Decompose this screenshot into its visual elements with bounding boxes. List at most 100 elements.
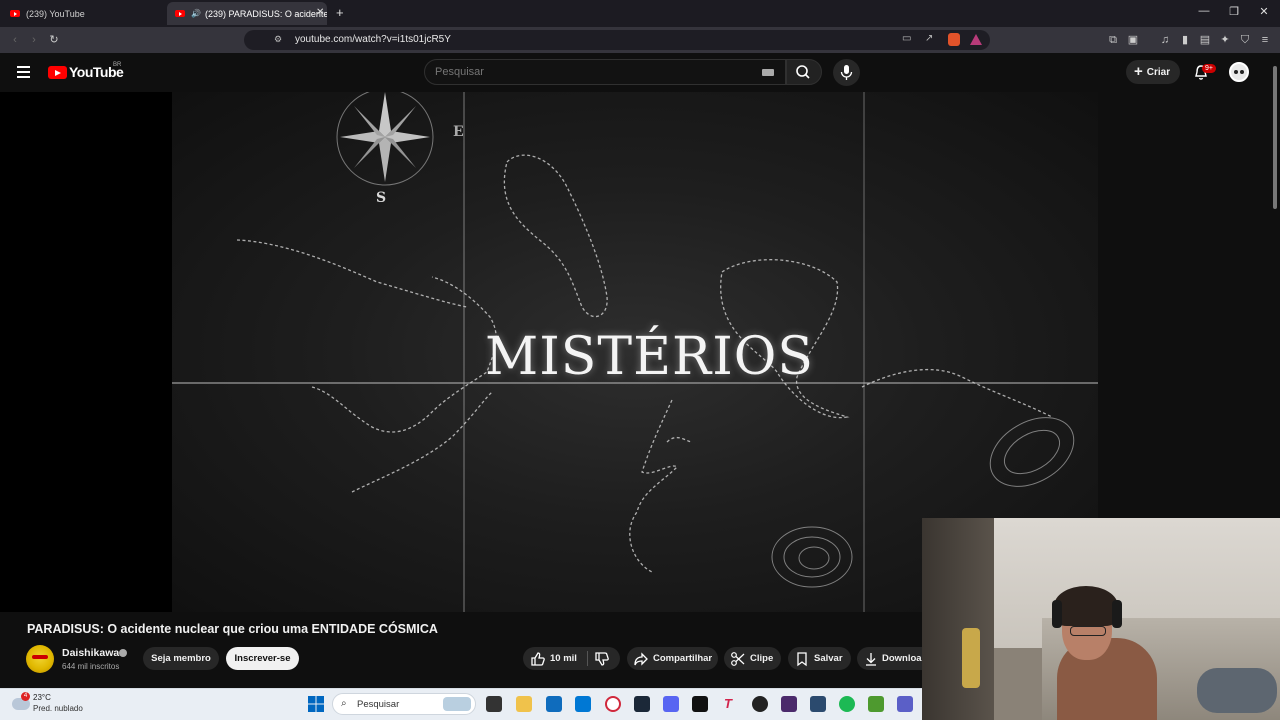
teams-icon[interactable] <box>897 696 913 712</box>
sidebar-icon[interactable]: ▮ <box>1178 33 1192 47</box>
task-view-icon[interactable] <box>486 696 502 712</box>
music-icon[interactable]: ♫ <box>1158 33 1172 47</box>
reload-icon[interactable]: ↻ <box>47 33 61 47</box>
tab-video[interactable]: 🔊 (239) PARADISUS: O acidente <box>167 2 327 25</box>
new-tab-button[interactable]: + <box>336 5 344 20</box>
search-button[interactable] <box>786 59 822 85</box>
thumbs-up-icon[interactable] <box>530 651 546 667</box>
webcam-person-hair <box>1054 586 1118 626</box>
webcam-glasses <box>1070 626 1106 636</box>
screenshot-icon[interactable]: ▣ <box>1126 33 1140 47</box>
verified-badge-icon <box>119 649 127 657</box>
microphone-icon <box>840 65 853 80</box>
share-label: Compartilhar <box>653 653 713 664</box>
plus-icon: + <box>1134 63 1143 80</box>
notifications-badge: 9+ <box>1202 64 1216 73</box>
bookmark-save-icon <box>797 652 807 667</box>
account-avatar[interactable] <box>1229 62 1249 82</box>
channel-name[interactable]: Daishikawa <box>62 647 119 659</box>
download-label: Download <box>882 653 927 664</box>
country-code: BR <box>113 62 122 68</box>
join-membership-button[interactable]: Seja membro <box>143 647 219 670</box>
weather-description[interactable]: Pred. nublado <box>33 704 83 713</box>
share-icon <box>634 652 648 666</box>
scrollbar-thumb[interactable] <box>1273 66 1277 209</box>
channel-avatar[interactable] <box>26 645 54 673</box>
wallet-icon[interactable]: ▤ <box>1198 33 1212 47</box>
guide-menu-icon[interactable] <box>17 66 30 78</box>
url-text: youtube.com/watch?v=i1ts01jcR5Y <box>295 34 451 45</box>
search-input[interactable] <box>435 66 755 78</box>
vpn-icon[interactable]: ⛉ <box>1238 33 1252 47</box>
obs-icon[interactable] <box>752 696 768 712</box>
create-label: Criar <box>1146 66 1171 78</box>
brave-rewards-icon[interactable] <box>970 34 982 45</box>
tab-label: (239) PARADISUS: O acidente <box>204 8 327 19</box>
compass-label-east: E <box>453 124 464 140</box>
share-page-icon[interactable]: ↗ <box>925 33 933 44</box>
site-settings-icon[interactable]: ⚙ <box>274 34 282 45</box>
weather-alert-badge: 4 <box>21 692 30 701</box>
forward-icon[interactable]: › <box>27 33 41 47</box>
webcam-clothes <box>1197 668 1277 713</box>
opera-icon[interactable] <box>605 696 621 712</box>
ai-assistant-icon[interactable]: ✦ <box>1218 33 1232 47</box>
like-divider <box>587 651 588 666</box>
close-tab-icon[interactable]: ✕ <box>316 7 324 18</box>
app-icon[interactable] <box>810 696 826 712</box>
webcam-headphones <box>1052 600 1062 628</box>
clip-label: Clipe <box>750 653 774 664</box>
steam-icon[interactable] <box>634 696 650 712</box>
tab-label: (239) YouTube <box>26 8 85 19</box>
scissors-icon <box>731 652 745 666</box>
typora-icon[interactable]: T <box>720 696 736 712</box>
windows-start-icon[interactable] <box>308 696 324 712</box>
extensions-icon[interactable]: ⧉ <box>1106 33 1120 47</box>
save-label: Salvar <box>814 653 843 664</box>
search-icon: ⌕ <box>341 698 347 709</box>
menu-icon[interactable]: ≡ <box>1258 33 1272 47</box>
cast-icon[interactable]: ▭ <box>902 33 911 44</box>
spotify-icon[interactable] <box>839 696 855 712</box>
restore-icon[interactable]: ❐ <box>1226 5 1242 18</box>
store-icon[interactable] <box>546 696 562 712</box>
search-icon <box>796 65 810 79</box>
back-icon[interactable]: ‹ <box>8 33 22 47</box>
brave-shields-icon[interactable] <box>948 33 960 46</box>
taskbar-search-label: Pesquisar <box>357 699 400 710</box>
webcam-bottle <box>962 628 980 688</box>
thumbs-down-icon[interactable] <box>594 651 610 667</box>
like-count[interactable]: 10 mil <box>550 653 577 664</box>
subscribe-button[interactable]: Inscrever-se <box>226 647 299 670</box>
window-close-icon[interactable]: ✕ <box>1256 5 1272 18</box>
weather-temperature[interactable]: 23°C <box>33 693 51 702</box>
keyboard-icon[interactable] <box>762 69 774 76</box>
webcam-headphones <box>1112 600 1122 628</box>
search-box[interactable] <box>424 59 786 85</box>
minecraft-icon[interactable] <box>868 696 884 712</box>
file-explorer-icon[interactable] <box>516 696 532 712</box>
tiktok-icon[interactable] <box>692 696 708 712</box>
webcam-blinds <box>922 518 994 720</box>
youtube-favicon-icon <box>10 10 20 17</box>
search-highlight-icon <box>443 697 471 711</box>
browser-toolbar: ‹ › ↻ 🔖 ⚙ youtube.com/watch?v=i1ts01jcR5… <box>0 27 1280 53</box>
youtube-favicon-icon <box>175 10 185 17</box>
download-icon <box>866 653 876 666</box>
speaker-icon: 🔊 <box>191 9 201 18</box>
taskbar-search[interactable]: ⌕ <box>332 693 476 715</box>
subscriber-count: 644 mil inscritos <box>62 662 120 671</box>
tab-youtube-home[interactable]: (239) YouTube <box>2 2 165 25</box>
discord-icon[interactable] <box>663 696 679 712</box>
create-button[interactable]: + Criar <box>1126 60 1180 84</box>
app-icon[interactable] <box>781 696 797 712</box>
compass-label-south: S <box>376 190 387 206</box>
address-bar[interactable]: ⚙ youtube.com/watch?v=i1ts01jcR5Y ▭ ↗ <box>244 30 990 50</box>
voice-search-button[interactable] <box>833 59 860 86</box>
webcam-overlay <box>922 518 1280 720</box>
video-title: PARADISUS: O acidente nuclear que criou … <box>27 622 438 636</box>
youtube-logo-icon[interactable] <box>48 66 67 79</box>
outlook-icon[interactable] <box>575 696 591 712</box>
browser-tab-strip: (239) YouTube 🔊 (239) PARADISUS: O acide… <box>0 0 1280 27</box>
minimize-icon[interactable]: — <box>1196 5 1212 17</box>
